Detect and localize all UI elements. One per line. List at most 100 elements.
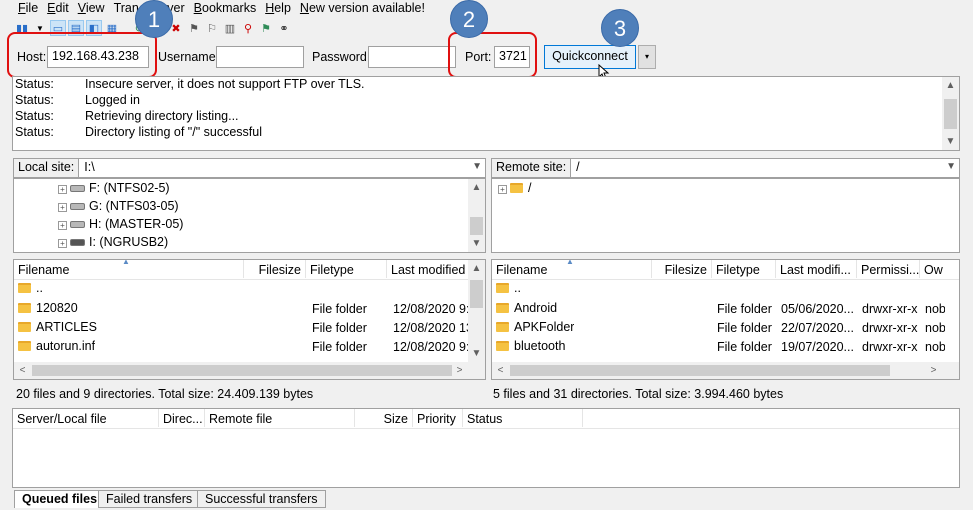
expand-icon[interactable]: + [58, 185, 67, 194]
tree-node[interactable]: + G: (NTFS03-05) [58, 199, 179, 213]
tab-failed-transfers[interactable]: Failed transfers [98, 490, 201, 508]
menu-view[interactable]: View [78, 1, 105, 15]
table-row[interactable]: .. [496, 281, 521, 295]
local-files-vscroll[interactable]: ▲ ▼ [468, 260, 485, 362]
sync-browsing-icon[interactable]: ⚲ [240, 20, 256, 36]
local-tree-scrollbar[interactable]: ▲ ▼ [468, 179, 485, 252]
table-row[interactable]: 120820 [18, 301, 78, 315]
column-header-size[interactable]: Size [355, 409, 413, 427]
tab-successful-transfers[interactable]: Successful transfers [197, 490, 326, 508]
log-message: Retrieving directory listing... [85, 109, 239, 123]
tree-node[interactable]: + H: (MASTER-05) [58, 217, 183, 231]
sort-ascending-icon: ▲ [122, 259, 130, 266]
port-highlight-box [448, 32, 537, 78]
tree-node[interactable]: + I: (NGRUSB2) [58, 235, 168, 249]
tree-node[interactable]: + F: (NTFS02-5) [58, 181, 170, 195]
local-files-hscroll[interactable]: < > [14, 362, 485, 379]
column-header-owner[interactable]: Ow [920, 260, 959, 278]
table-row[interactable]: .. [18, 281, 43, 295]
expand-icon[interactable]: + [58, 221, 67, 230]
column-header-filetype[interactable]: Filetype [306, 260, 387, 278]
table-row[interactable]: APKFolder [496, 320, 574, 334]
scroll-right-icon[interactable]: > [925, 362, 942, 379]
table-row[interactable]: ARTICLES [18, 320, 97, 334]
log-label: Status: [15, 93, 54, 107]
menu-edit[interactable]: Edit [47, 1, 69, 15]
disconnect-icon[interactable]: ⚑ [186, 20, 202, 36]
column-header-status[interactable]: Status [463, 409, 583, 427]
tree-node-label: F: (NTFS02-5) [89, 181, 170, 195]
file-modified: 12/08/2020 9:4 [393, 302, 471, 316]
column-header-server-local-file[interactable]: Server/Local file [13, 409, 159, 427]
column-header-filesize[interactable]: Filesize [244, 260, 306, 278]
remote-site-bar: Remote site: / ▼ [491, 157, 960, 179]
sort-ascending-icon: ▲ [566, 259, 574, 266]
folder-icon [496, 322, 509, 332]
scroll-down-icon[interactable]: ▼ [468, 345, 485, 362]
scroll-up-icon[interactable]: ▲ [468, 179, 485, 196]
scroll-down-icon[interactable]: ▼ [942, 133, 959, 150]
table-row[interactable]: bluetooth [496, 339, 565, 353]
expand-icon[interactable]: + [498, 185, 507, 194]
column-header-last-modified[interactable]: Last modifi... [776, 260, 857, 278]
table-row[interactable]: Android [496, 301, 557, 315]
scroll-thumb[interactable] [944, 99, 957, 129]
search-icon[interactable]: ⚭ [276, 20, 292, 36]
scroll-left-icon[interactable]: < [492, 362, 509, 379]
menu-file[interactable]: File [18, 1, 38, 15]
reconnect-icon[interactable]: ⚐ [204, 20, 220, 36]
local-path-dropdown-icon[interactable]: ▼ [472, 161, 482, 172]
tree-node[interactable]: + / [498, 181, 531, 195]
tab-queued-files[interactable]: Queued files [14, 490, 106, 508]
folder-icon [496, 283, 509, 293]
username-input[interactable] [216, 46, 304, 68]
scroll-thumb[interactable] [470, 217, 483, 235]
scroll-thumb[interactable] [32, 365, 452, 376]
remote-files-hscroll[interactable]: < > [492, 362, 959, 379]
remote-site-path-input[interactable]: / [571, 158, 960, 178]
file-modified: 05/06/2020... [781, 302, 854, 316]
scroll-up-icon[interactable]: ▲ [468, 260, 485, 277]
expand-icon[interactable]: + [58, 203, 67, 212]
menu-bookmarks[interactable]: Bookmarks [194, 1, 257, 15]
filter-icon[interactable]: ⚑ [258, 20, 274, 36]
scroll-up-icon[interactable]: ▲ [942, 77, 959, 94]
file-type: File folder [717, 321, 772, 335]
remote-path-dropdown-icon[interactable]: ▼ [946, 161, 956, 172]
column-header-remote-file[interactable]: Remote file [205, 409, 355, 427]
expand-icon[interactable]: + [58, 239, 67, 248]
scroll-thumb[interactable] [470, 280, 483, 308]
menu-help[interactable]: Help [265, 1, 291, 15]
column-header-filesize[interactable]: Filesize [652, 260, 712, 278]
scroll-thumb[interactable] [510, 365, 890, 376]
table-row[interactable]: autorun.inf [18, 339, 95, 353]
file-owner: nob [925, 340, 945, 354]
password-label: Password: [312, 50, 371, 64]
file-name: .. [36, 281, 43, 295]
column-header-permissions[interactable]: Permissi... [857, 260, 920, 278]
scroll-right-icon[interactable]: > [451, 362, 468, 379]
menu-new-version[interactable]: New version available! [300, 1, 425, 15]
folder-icon [510, 183, 523, 193]
host-highlight-box [7, 32, 157, 78]
log-message: Logged in [85, 93, 140, 107]
log-scrollbar[interactable]: ▲ ▼ [942, 77, 959, 150]
password-input[interactable] [368, 46, 456, 68]
column-header-priority[interactable]: Priority [413, 409, 463, 427]
remote-file-list-header: Filename Filesize Filetype Last modifi..… [492, 260, 959, 280]
drive-icon [70, 185, 85, 192]
folder-icon [496, 341, 509, 351]
column-header-filetype[interactable]: Filetype [712, 260, 776, 278]
quickconnect-button[interactable]: Quickconnect [544, 45, 636, 69]
directory-compare-icon[interactable]: ▥ [222, 20, 238, 36]
folder-icon [496, 303, 509, 313]
quickconnect-dropdown-button[interactable]: ▾ [638, 45, 656, 69]
scroll-down-icon[interactable]: ▼ [468, 235, 485, 252]
scroll-left-icon[interactable]: < [14, 362, 31, 379]
column-header-direction[interactable]: Direc... [159, 409, 205, 427]
local-directory-tree: + F: (NTFS02-5) + G: (NTFS03-05) + H: (MAST… [13, 178, 486, 253]
local-summary: 20 files and 9 directories. Total size: … [16, 387, 314, 401]
username-label: Username: [158, 50, 220, 64]
local-site-label: Local site: [13, 158, 80, 178]
local-site-path-input[interactable]: I:\ [79, 158, 486, 178]
